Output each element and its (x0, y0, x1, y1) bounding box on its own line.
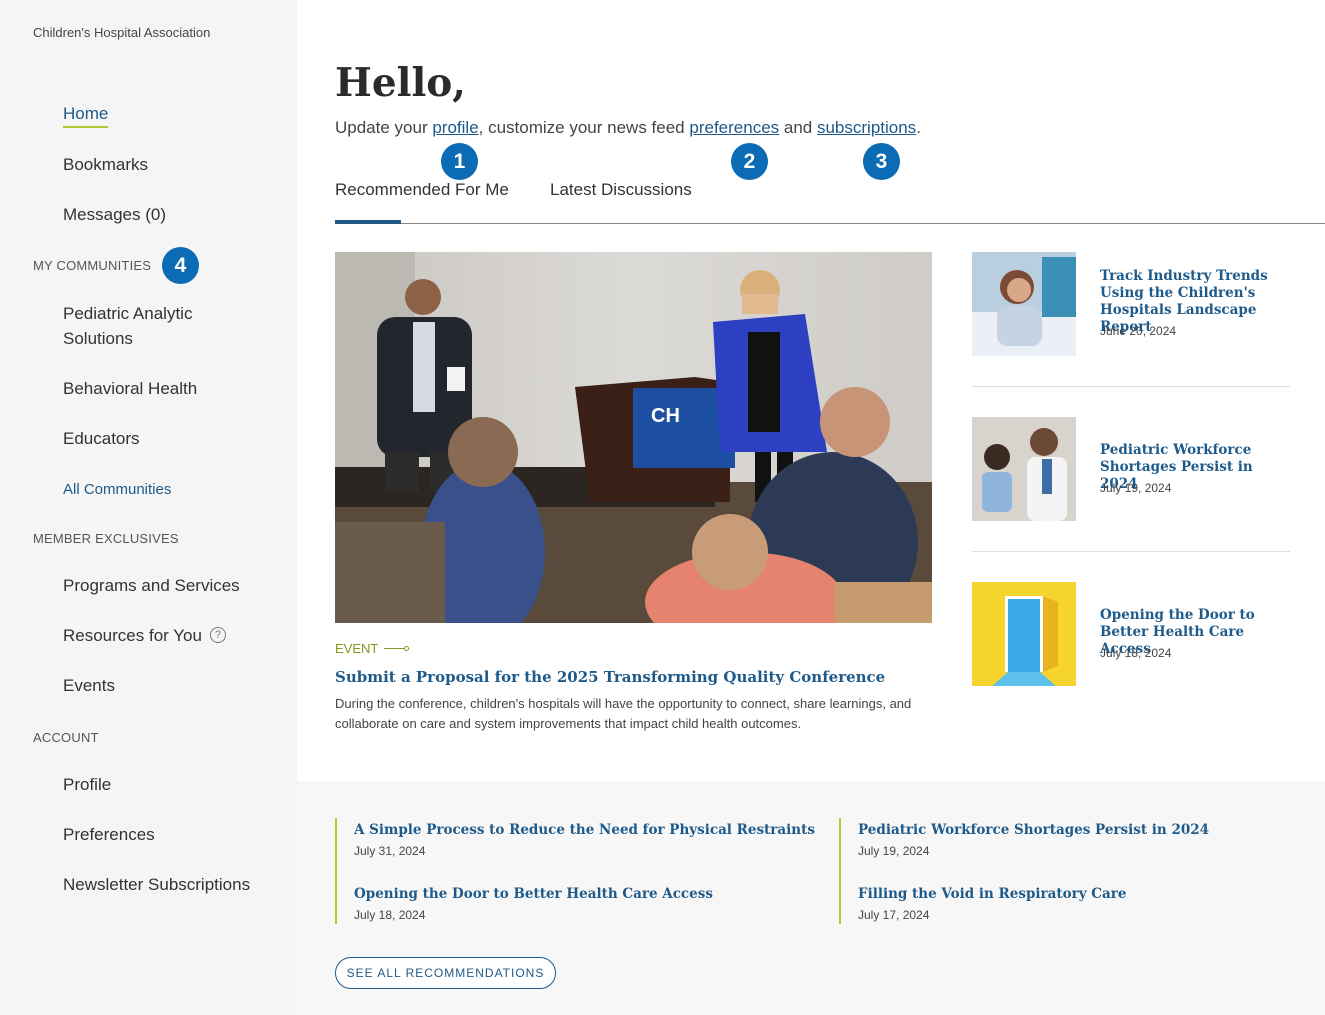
see-all-recommendations-button[interactable]: SEE ALL RECOMMENDATIONS (335, 957, 556, 989)
side-article-2-date: July 19, 2024 (1100, 481, 1172, 495)
nav-messages[interactable]: Messages (0) (63, 202, 166, 227)
subscriptions-link[interactable]: subscriptions (817, 118, 916, 137)
community-behavioral-health[interactable]: Behavioral Health (63, 376, 197, 401)
featured-category: EVENT (335, 641, 410, 656)
recommendation-3-date: July 19, 2024 (858, 844, 930, 858)
nav-resources-row: Resources for You? (63, 623, 226, 648)
callout-badge-3: 3 (863, 143, 900, 180)
preferences-link[interactable]: preferences (689, 118, 779, 137)
featured-category-text: EVENT (335, 641, 379, 656)
callout-badge-2: 2 (731, 143, 768, 180)
recommendation-3-title[interactable]: Pediatric Workforce Shortages Persist in… (858, 822, 1209, 838)
recommendation-2-title[interactable]: Opening the Door to Better Health Care A… (354, 886, 713, 902)
category-dot (404, 646, 410, 651)
side-divider-1 (972, 386, 1290, 387)
side-article-3-image[interactable] (972, 582, 1076, 686)
greeting-subline: Update your profile, customize your news… (335, 118, 921, 138)
featured-image[interactable]: CH (335, 252, 932, 623)
recommendation-2-date: July 18, 2024 (354, 908, 426, 922)
nav-resources-for-you[interactable]: Resources for You (63, 626, 202, 645)
help-icon[interactable]: ? (209, 627, 226, 643)
account-label: ACCOUNT (33, 730, 99, 745)
side-divider-2 (972, 551, 1290, 552)
member-exclusives-label: MEMBER EXCLUSIVES (33, 531, 179, 546)
callout-badge-1: 1 (441, 143, 478, 180)
nav-preferences[interactable]: Preferences (63, 822, 155, 847)
page-title: Hello, (335, 60, 466, 106)
recommendation-4-title[interactable]: Filling the Void in Respiratory Care (858, 886, 1126, 902)
community-pediatric-analytic[interactable]: Pediatric Analytic Solutions (63, 301, 192, 351)
feed-tabs: Recommended For Me Latest Discussions (335, 180, 1325, 224)
column-accent-left (335, 818, 337, 924)
tab-recommended[interactable]: Recommended For Me (335, 180, 509, 200)
featured-description: During the conference, children's hospit… (335, 696, 912, 731)
subline-and: and (779, 118, 817, 137)
nav-home[interactable]: Home (63, 103, 109, 128)
subline-prefix: Update your (335, 118, 433, 137)
column-accent-right (839, 818, 841, 924)
nav-profile[interactable]: Profile (63, 772, 111, 797)
recommendation-1-title[interactable]: A Simple Process to Reduce the Need for … (354, 822, 815, 838)
side-article-3-date: July 18, 2024 (1100, 646, 1172, 660)
callout-badge-4: 4 (162, 247, 199, 284)
sidebar: Children's Hospital Association Home Boo… (0, 0, 297, 1015)
recommendation-1-date: July 31, 2024 (354, 844, 426, 858)
nav-newsletter-subscriptions[interactable]: Newsletter Subscriptions (63, 872, 250, 897)
community-pediatric-analytic-line1: Pediatric Analytic (63, 304, 193, 323)
subline-suffix: . (916, 118, 921, 137)
community-pediatric-analytic-line2: Solutions (63, 329, 133, 348)
category-line (384, 648, 405, 649)
profile-link[interactable]: profile (432, 118, 478, 137)
nav-programs-services[interactable]: Programs and Services (63, 573, 240, 598)
side-article-1-image[interactable] (972, 252, 1076, 356)
podium-logo: CH (651, 405, 680, 427)
recommendation-4-date: July 17, 2024 (858, 908, 930, 922)
all-communities-link[interactable]: All Communities (63, 477, 171, 502)
nav-bookmarks[interactable]: Bookmarks (63, 152, 148, 177)
active-tab-indicator (335, 220, 401, 224)
side-article-2-image[interactable] (972, 417, 1076, 521)
org-name: Children's Hospital Association (33, 25, 211, 40)
community-educators[interactable]: Educators (63, 426, 140, 451)
nav-events[interactable]: Events (63, 673, 115, 698)
side-article-1-date: June 20, 2024 (1100, 324, 1177, 338)
my-communities-label: MY COMMUNITIES (33, 258, 152, 273)
tab-latest-discussions[interactable]: Latest Discussions (550, 180, 692, 200)
featured-title-link[interactable]: Submit a Proposal for the 2025 Transform… (335, 668, 885, 686)
subline-middle: , customize your news feed (478, 118, 690, 137)
